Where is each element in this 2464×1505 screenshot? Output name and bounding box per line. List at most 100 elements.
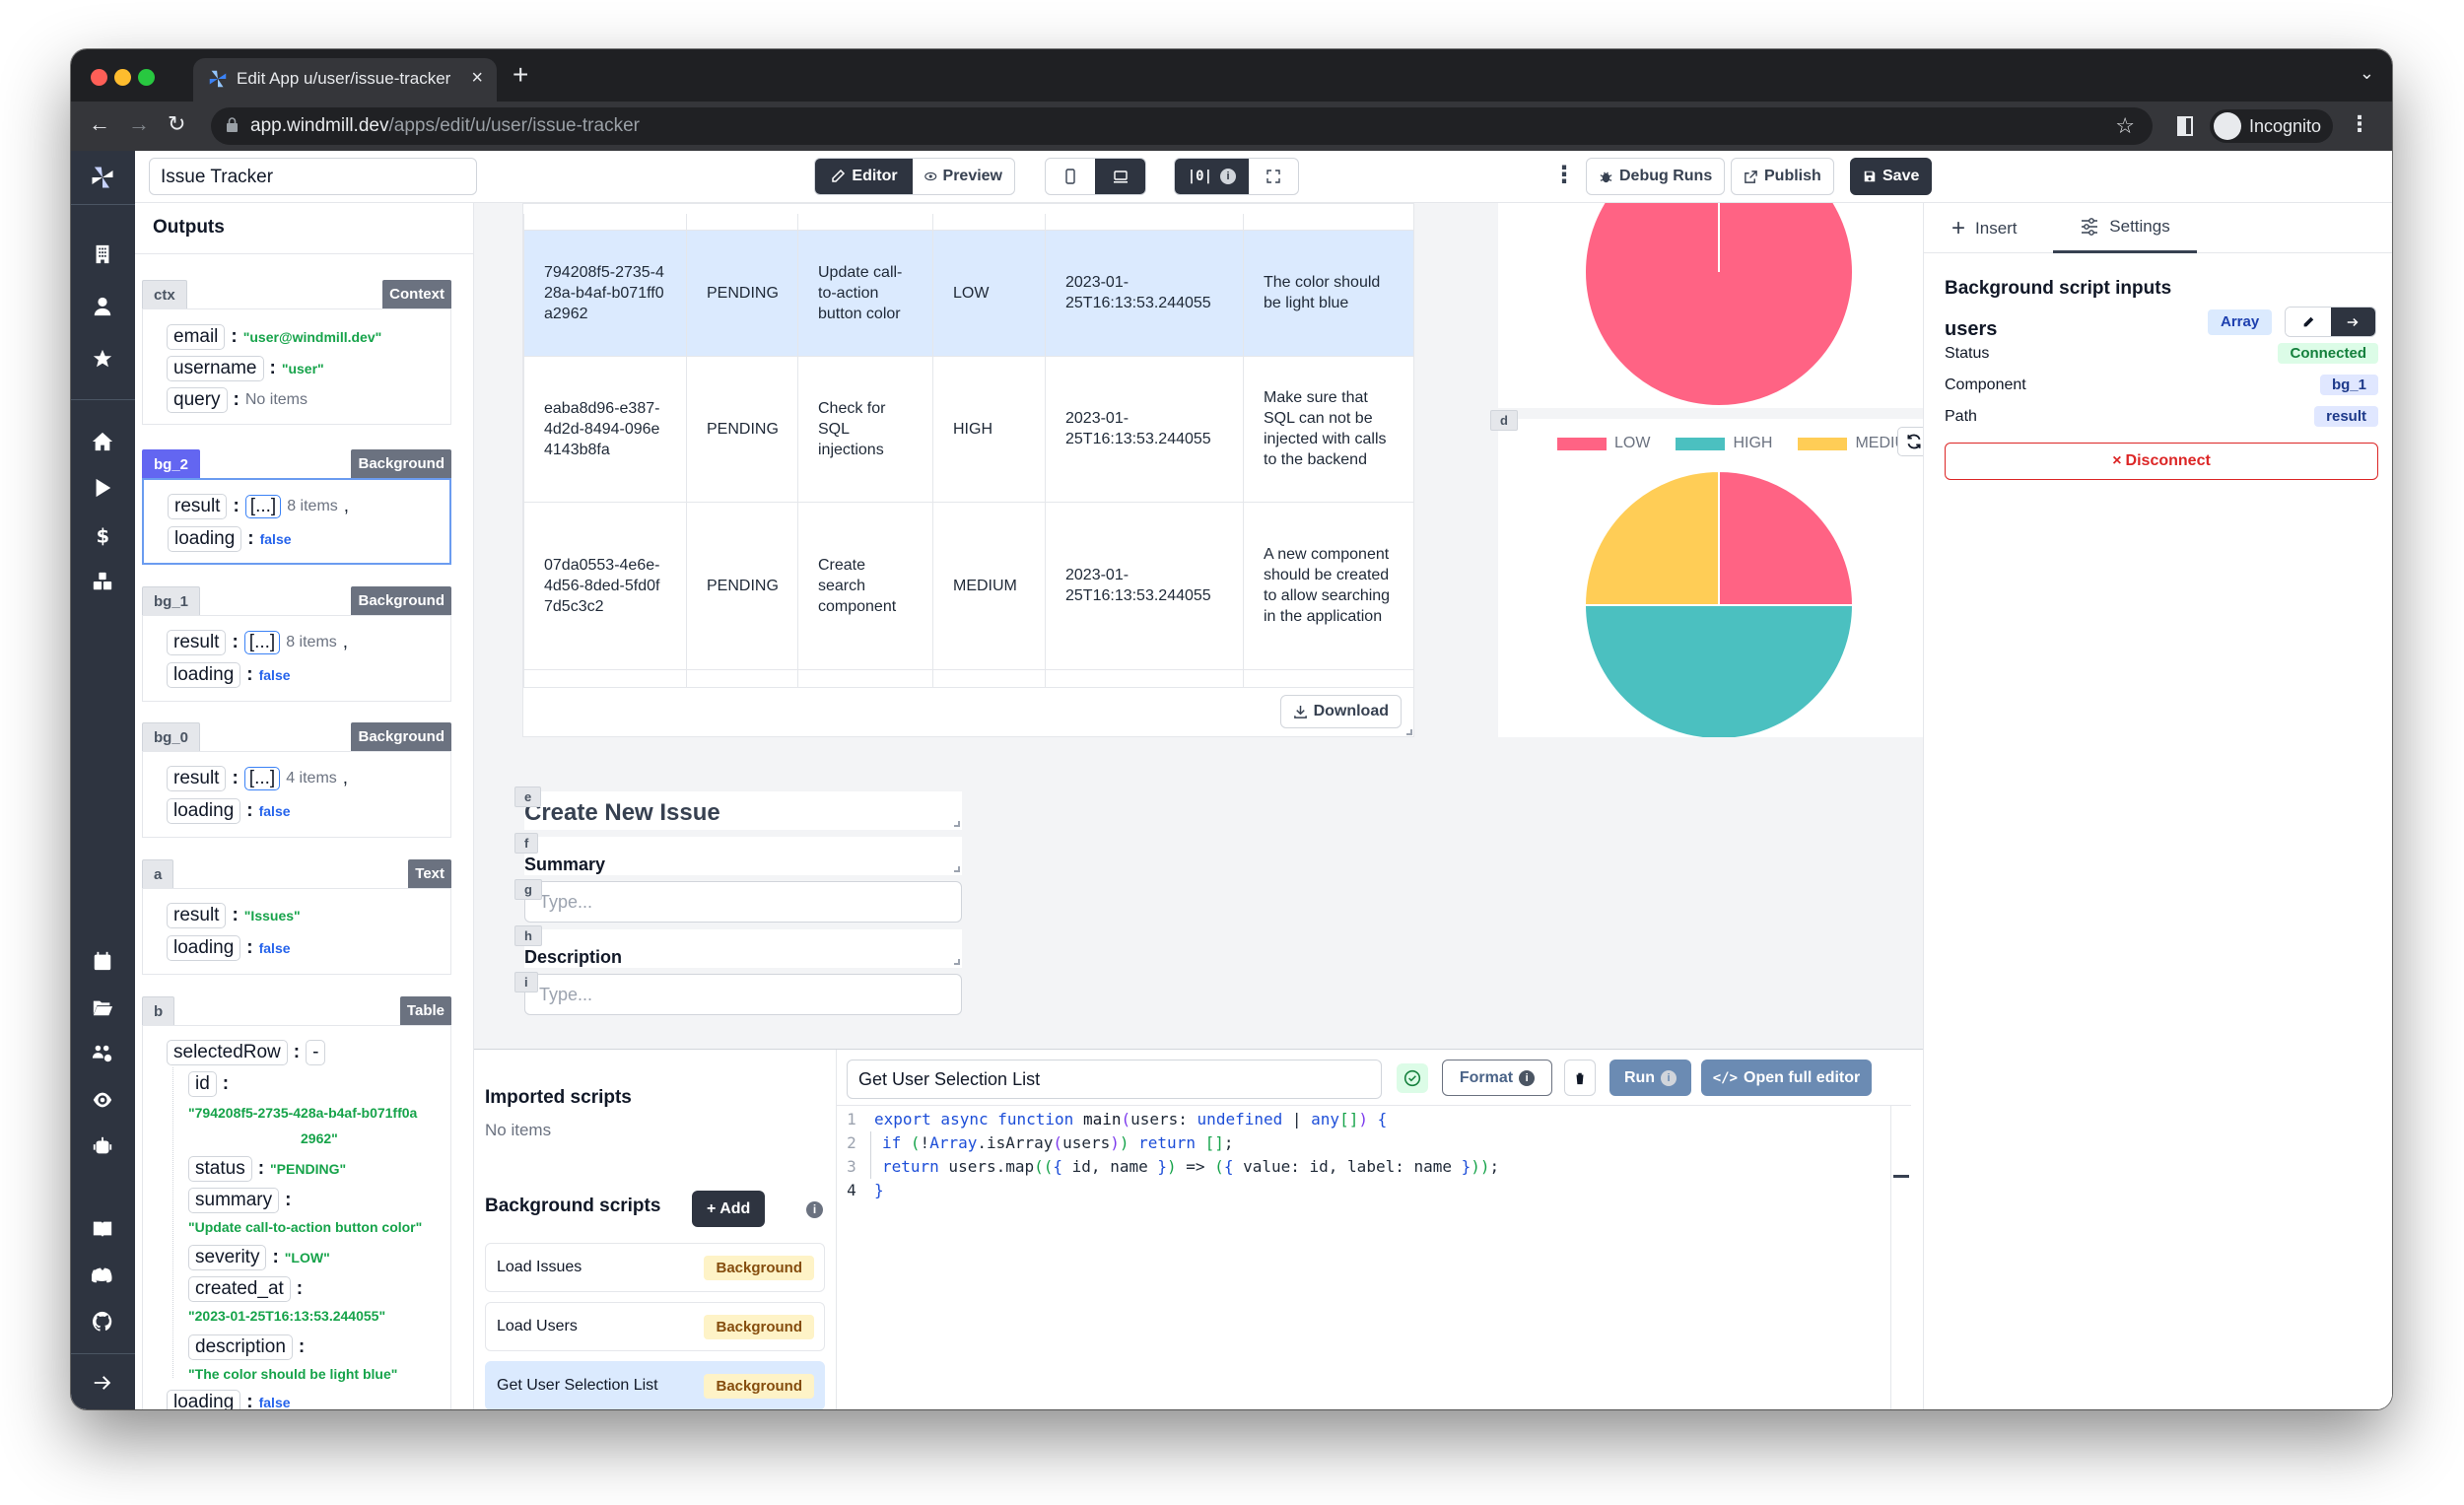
laptop-icon [1113,171,1128,183]
windmill-logo-icon[interactable] [88,163,117,192]
pie-slice-medium[interactable] [1583,469,1720,606]
issues-table-component[interactable]: 794208f5-2735-428a-b4af-b071ff0a2962 PEND… [522,203,1414,737]
description-label-component[interactable]: Description [524,929,962,968]
preview-mode-button[interactable]: Preview [913,159,1014,194]
more-options-icon[interactable]: ⋮ [1552,161,1576,189]
output-loading: loading: false [167,662,291,688]
disconnect-button[interactable]: × Disconnect [1945,443,2378,480]
mode-toggle: Editor Preview [814,158,1015,195]
component-type-tab: Background [351,722,451,751]
save-button[interactable]: Save [1850,158,1933,195]
component-count: |0| [1187,169,1212,184]
url-field[interactable]: app.windmill.dev/apps/edit/u/user/issue-… [211,107,2153,145]
table-row[interactable]: 794208f5-2735-428a-b4af-b071ff0a2962 PEND… [523,229,1414,357]
output-result: result: [...] 4 items, [167,766,348,791]
form-title-component[interactable]: Create New Issue [524,791,962,830]
expand-array-button[interactable]: [...] [243,631,281,654]
cell-severity: LOW [932,229,1046,357]
static-edit-button[interactable] [2286,308,2331,336]
github-icon[interactable] [91,1310,114,1334]
connect-button[interactable] [2330,308,2375,336]
run-button[interactable]: Run i [1609,1060,1691,1096]
user-icon[interactable] [91,295,114,318]
settings-panel: + Insert Settings Background script inpu… [1923,203,2392,1409]
pie-slice-low[interactable] [1718,469,1855,606]
code-editor[interactable]: 1 export async function main(users: undef… [837,1105,1911,1409]
description-input[interactable]: Type... [524,974,962,1015]
background-script-item[interactable]: Load Users Background [485,1302,825,1351]
download-button[interactable]: Download [1279,695,1402,728]
bookmark-star-icon[interactable]: ☆ [2115,113,2135,139]
forward-arrow-icon[interactable]: → [128,111,150,137]
pie-slice-high[interactable] [1583,604,1855,737]
cubes-resources-icon[interactable] [91,570,114,593]
summary-input[interactable]: Type... [524,881,962,923]
close-tab-icon[interactable]: × [471,67,483,90]
output-result: result: [...] 8 items, [168,494,349,519]
collapse-button[interactable]: - [306,1040,326,1065]
new-tab-button[interactable]: + [513,59,528,91]
cell-id: eaba8d96-e387-4d2d-8494-096e4143b8fa [523,355,687,503]
summary-label-component[interactable]: Summary [524,837,962,875]
fullscreen-button[interactable] [1249,159,1298,194]
dollar-variables-icon[interactable]: $ [91,523,114,547]
created-at-value: "2023-01-25T16:13:53.244055" [188,1308,386,1324]
robot-workers-icon[interactable] [91,1134,114,1158]
expand-array-button[interactable]: [...] [243,767,281,790]
component-id-h: h [514,925,542,946]
expand-sidebar-arrow-icon[interactable] [91,1371,114,1395]
groups-icon[interactable] [91,1042,114,1065]
format-button[interactable]: Format i [1442,1060,1552,1096]
kebab-menu-icon[interactable]: ⋮ [2349,111,2370,137]
mobile-view-button[interactable] [1046,159,1095,194]
editor-mode-button[interactable]: Editor [815,159,913,194]
info-icon: i [1220,169,1236,184]
info-icon[interactable]: i [806,1201,823,1218]
eye-audit-logs-icon[interactable] [91,1088,114,1112]
browser-tab[interactable]: Edit App u/user/issue-tracker | × [193,58,497,102]
calendar-schedules-icon[interactable] [91,949,114,973]
star-icon[interactable] [91,347,114,371]
tab-search-chevron-icon[interactable]: ⌄ [2360,63,2374,84]
pie-chart-component-top[interactable] [1498,203,1923,408]
back-arrow-icon[interactable]: ← [89,111,110,137]
scrollbar-thumb[interactable] [1893,1175,1909,1178]
reload-icon[interactable]: ↻ [168,111,185,137]
minimize-window-button[interactable] [114,69,131,86]
desktop-view-button[interactable] [1095,159,1145,194]
status-row: Status Connected [1945,343,2378,364]
delete-script-button[interactable] [1564,1060,1596,1096]
component-id-tab: b [142,996,175,1025]
folder-icon[interactable] [91,995,114,1019]
table-row[interactable]: eaba8d96-e387-4d2d-8494-096e4143b8fa PEND… [523,355,1414,503]
script-name-input[interactable]: Get User Selection List [847,1060,1382,1099]
cell-id: 07da0553-4e6e-4d56-8ded-5fd0f7d5c3c2 [523,501,687,670]
tab-insert[interactable]: + Insert [1951,203,2050,253]
home-icon[interactable] [91,430,114,453]
discord-icon[interactable] [91,1264,114,1287]
output-selected-row: selectedRow: - [167,1040,326,1065]
maximize-window-button[interactable] [138,69,155,86]
profile-button[interactable]: Incognito [2210,109,2333,143]
cell-created-at: 2023-01-25T16:13:53.244055 [1045,501,1244,670]
side-panel-icon[interactable] [2177,116,2193,136]
app-name-input[interactable]: Issue Tracker [149,158,477,195]
pie-chart-1 [1584,203,1854,407]
debug-runs-button[interactable]: Debug Runs [1586,158,1726,195]
table-row[interactable]: 07da0553-4e6e-4d56-8ded-5fd0f7d5c3c2 PEND… [523,501,1414,670]
play-runs-icon[interactable] [91,476,114,500]
workspace-building-icon[interactable] [91,242,114,266]
expand-array-button[interactable]: [...] [244,495,282,518]
pie-chart-component-d[interactable]: LOW HIGH MEDIUM [1498,419,1923,737]
background-script-item[interactable]: Load Issues Background [485,1243,825,1292]
publish-button[interactable]: Publish [1731,158,1834,195]
open-full-editor-button[interactable]: </> Open full editor [1701,1060,1872,1096]
table-footer: Download [523,687,1413,736]
tab-settings[interactable]: Settings [2053,203,2197,253]
add-background-script-button[interactable]: + Add [692,1191,766,1227]
component-ids-toggle[interactable]: |0| i [1175,159,1249,194]
close-window-button[interactable] [91,69,107,86]
book-docs-icon[interactable] [91,1217,114,1241]
component-id-tab: a [142,859,174,888]
background-script-item[interactable]: Get User Selection List Background [485,1361,825,1409]
